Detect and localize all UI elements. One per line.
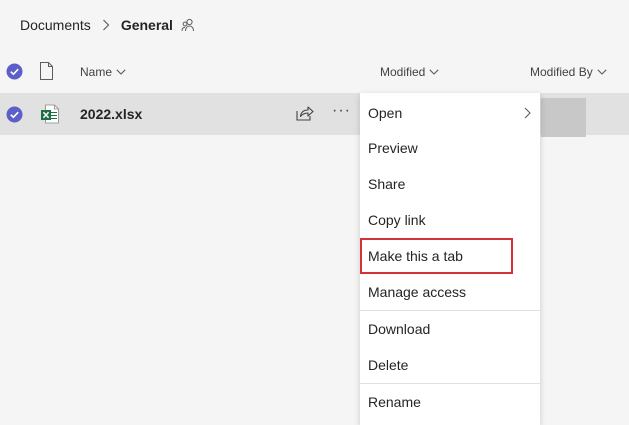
share-icon[interactable] — [296, 105, 314, 126]
highlight-annotation — [360, 238, 513, 274]
menu-item-label: Rename — [368, 394, 421, 410]
menu-item-preview[interactable]: Preview — [360, 130, 540, 166]
menu-item-label: Copy link — [368, 212, 426, 228]
breadcrumb: Documents General — [20, 14, 195, 36]
chevron-down-icon — [116, 69, 126, 75]
chevron-down-icon — [597, 69, 607, 75]
chevron-down-icon — [429, 69, 439, 75]
column-header-name[interactable]: Name — [80, 65, 126, 79]
column-header-name-label: Name — [80, 65, 113, 79]
file-type-icon[interactable] — [39, 62, 54, 85]
modified-by-placeholder — [541, 98, 586, 137]
menu-item-manage-access[interactable]: Manage access — [360, 274, 540, 310]
menu-item-label: Manage access — [368, 284, 467, 300]
column-header-modified-by-label: Modified By — [530, 65, 593, 79]
chevron-right-icon — [524, 107, 531, 119]
menu-item-delete[interactable]: Delete — [360, 347, 540, 383]
column-header-row: Name Modified Modified By — [0, 56, 629, 88]
file-name[interactable]: 2022.xlsx — [80, 106, 142, 122]
menu-item-label: Preview — [368, 140, 418, 156]
row-checkbox[interactable] — [6, 106, 23, 128]
menu-item-copy-link[interactable]: Copy link — [360, 202, 540, 238]
menu-item-download[interactable]: Download — [360, 311, 540, 347]
chevron-right-icon — [102, 19, 110, 31]
breadcrumb-general[interactable]: General — [121, 17, 173, 33]
column-header-modified[interactable]: Modified — [380, 65, 439, 79]
select-all-checkbox[interactable] — [6, 63, 23, 85]
menu-item-label: Open — [368, 105, 403, 121]
excel-file-icon — [40, 104, 60, 129]
more-options-icon[interactable]: ··· — [332, 102, 351, 120]
people-icon[interactable] — [181, 18, 195, 32]
menu-item-label: Download — [368, 321, 431, 337]
menu-item-open[interactable]: Open — [360, 95, 540, 131]
column-header-modified-label: Modified — [380, 65, 426, 79]
menu-item-label: Delete — [368, 357, 409, 373]
breadcrumb-documents[interactable]: Documents — [20, 17, 91, 33]
menu-item-rename[interactable]: Rename — [360, 384, 540, 420]
column-header-modified-by[interactable]: Modified By — [530, 65, 607, 79]
menu-item-label: Share — [368, 176, 406, 192]
menu-item-share[interactable]: Share — [360, 166, 540, 202]
